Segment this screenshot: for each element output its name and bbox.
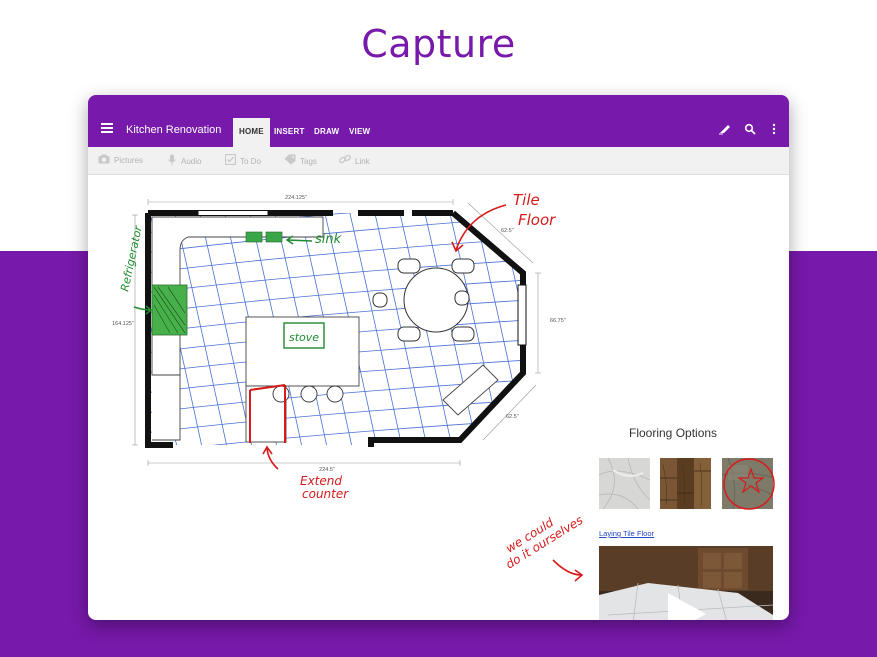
app-window: Kitchen Renovation HOME INSERT DRAW VIEW <box>88 95 789 620</box>
tile-annotation-line2: Floor <box>518 211 556 229</box>
dim-right: 66.75" <box>550 318 566 324</box>
floor-plan-drawing[interactable]: 224.125" 164.125" 66.75" 224.5" 62.5" 62… <box>88 175 789 620</box>
extend-annotation-line2: counter <box>302 487 349 501</box>
tab-insert[interactable]: INSERT <box>268 118 311 147</box>
play-icon[interactable] <box>656 583 706 620</box>
hero-title: Capture <box>361 22 516 66</box>
page-title: Kitchen Renovation <box>126 124 222 136</box>
ribbon-audio-button[interactable]: Audio <box>167 154 201 169</box>
tab-home[interactable]: HOME <box>233 118 270 147</box>
tag-icon <box>284 154 296 168</box>
ribbon-todo-label: To Do <box>240 156 261 166</box>
video-link[interactable]: Laying Tile Floor <box>599 529 654 538</box>
flooring-options-title: Flooring Options <box>629 426 718 440</box>
checkbox-icon <box>224 153 237 168</box>
link-icon <box>339 154 351 168</box>
note-canvas[interactable]: 224.125" 164.125" 66.75" 224.5" 62.5" 62… <box>88 175 789 620</box>
refrigerator <box>151 284 188 336</box>
extend-annotation-line1: Extend <box>300 474 342 488</box>
tab-view[interactable]: VIEW <box>343 118 376 147</box>
ribbon-tags-button[interactable]: Tags <box>284 154 317 168</box>
wood-floor-swatch[interactable] <box>660 458 711 509</box>
ribbon-pictures-button[interactable]: Pictures <box>98 154 143 167</box>
ribbon-todo-button[interactable]: To Do <box>224 153 261 168</box>
search-icon[interactable] <box>744 123 756 135</box>
sink-annotation: sink <box>315 232 342 247</box>
camera-icon <box>98 154 110 167</box>
slate-tile-swatch[interactable] <box>721 457 775 510</box>
dim-bottom: 224.5" <box>319 467 335 473</box>
tab-draw[interactable]: DRAW <box>308 118 345 147</box>
ribbon-audio-label: Audio <box>181 157 202 166</box>
dim-left: 164.125" <box>112 321 134 327</box>
ribbon-toolbar: Pictures Audio To Do Tags Link <box>88 147 789 175</box>
pen-icon[interactable] <box>719 123 731 135</box>
dim-diag-bottom: 62.5" <box>506 414 519 420</box>
mic-icon <box>167 154 177 169</box>
refrigerator-annotation: Refrigerator <box>118 223 145 292</box>
marble-tile-swatch[interactable] <box>598 457 651 510</box>
ribbon-link-button[interactable]: Link <box>339 154 370 168</box>
tile-annotation-line1: Tile <box>513 191 540 209</box>
app-bar: Kitchen Renovation HOME INSERT DRAW VIEW <box>88 95 789 147</box>
ribbon-link-label: Link <box>355 156 370 166</box>
stools <box>272 385 344 403</box>
ribbon-tags-label: Tags <box>300 156 317 166</box>
menu-icon[interactable] <box>101 123 113 133</box>
ribbon-pictures-label: Pictures <box>114 156 143 165</box>
svg-text:stove: stove <box>289 331 319 344</box>
dim-diag-top: 62.5" <box>501 228 514 234</box>
dim-top: 224.125" <box>285 195 307 201</box>
more-vert-icon[interactable] <box>768 123 780 135</box>
